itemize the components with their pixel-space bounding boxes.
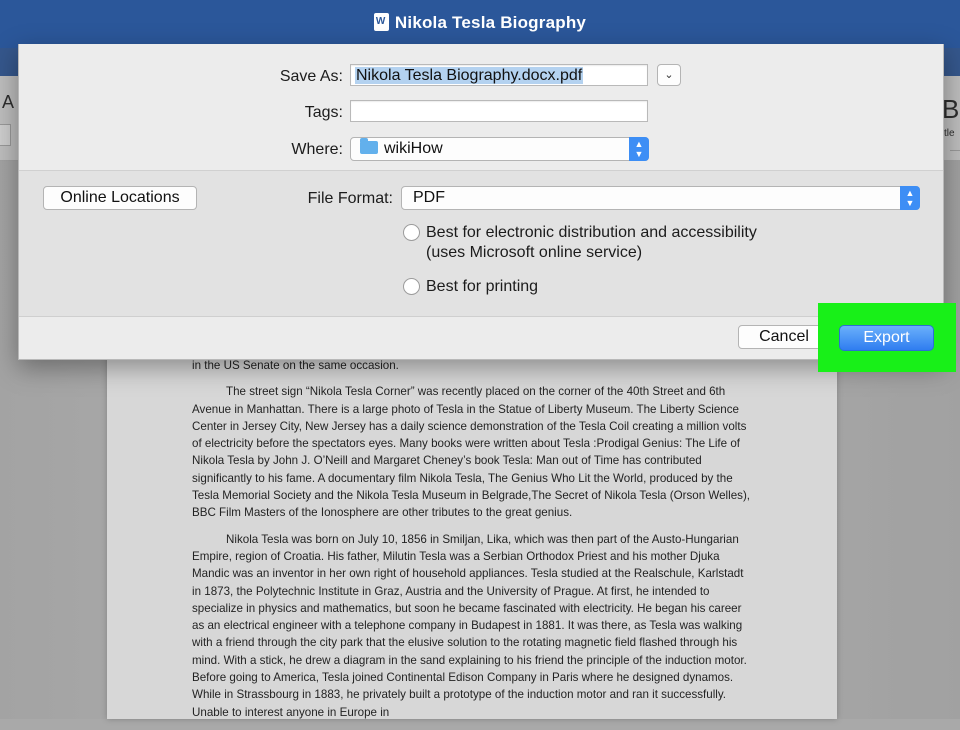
ribbon-divider (950, 150, 960, 159)
document-body[interactable]: in the US Senate on the same occasion. T… (192, 357, 752, 730)
save-as-field[interactable]: Nikola Tesla Biography.docx.pdf (350, 64, 648, 86)
document-paragraph: The street sign “Nikola Tesla Corner” wa… (192, 385, 751, 520)
cancel-button[interactable]: Cancel (738, 325, 830, 349)
where-label: Where: (291, 141, 343, 158)
folder-icon (360, 138, 378, 154)
popup-arrows-icon: ▲ ▼ (900, 186, 920, 210)
option-electronic[interactable]: Best for electronic distribution and acc… (426, 223, 757, 263)
online-locations-button[interactable]: Online Locations (43, 186, 197, 210)
file-format-value: PDF (413, 189, 445, 206)
file-format-label: File Format: (307, 190, 393, 207)
radio-electronic[interactable] (403, 224, 420, 241)
chevron-down-icon: ⌄ (664, 69, 674, 81)
save-as-value: Nikola Tesla Biography.docx.pdf (355, 67, 584, 84)
tags-field[interactable] (350, 100, 648, 122)
save-as-sheet: Save As: Nikola Tesla Biography.docx.pdf… (18, 44, 944, 360)
expand-dialog-button[interactable]: ⌄ (657, 64, 681, 86)
popup-arrows-icon: ▲ ▼ (629, 137, 649, 161)
window-title-text: Nikola Tesla Biography (394, 13, 587, 32)
window-title-bar: Nikola Tesla Biography (0, 0, 960, 48)
radio-printing[interactable] (403, 278, 420, 295)
style-preview-partial[interactable]: B (942, 94, 959, 125)
document-paragraph: Nikola Tesla was born on July 10, 1856 i… (192, 532, 747, 719)
font-control-partial[interactable]: A (2, 92, 14, 113)
ribbon-control-partial[interactable] (0, 124, 11, 146)
word-document-icon (373, 13, 389, 31)
style-caption-partial: tle (944, 128, 955, 139)
window-title: Nikola Tesla Biography (0, 13, 960, 33)
save-as-label: Save As: (279, 68, 343, 85)
option-printing[interactable]: Best for printing (426, 277, 538, 297)
option-electronic-line2: (uses Microsoft online service) (426, 244, 643, 261)
tags-label: Tags: (304, 104, 343, 121)
export-button[interactable]: Export (839, 325, 934, 351)
where-popup[interactable]: wikiHow ▲ ▼ (350, 137, 649, 161)
file-format-popup[interactable]: PDF ▲ ▼ (401, 186, 920, 210)
where-value: wikiHow (384, 140, 443, 157)
option-electronic-line1: Best for electronic distribution and acc… (426, 224, 757, 241)
